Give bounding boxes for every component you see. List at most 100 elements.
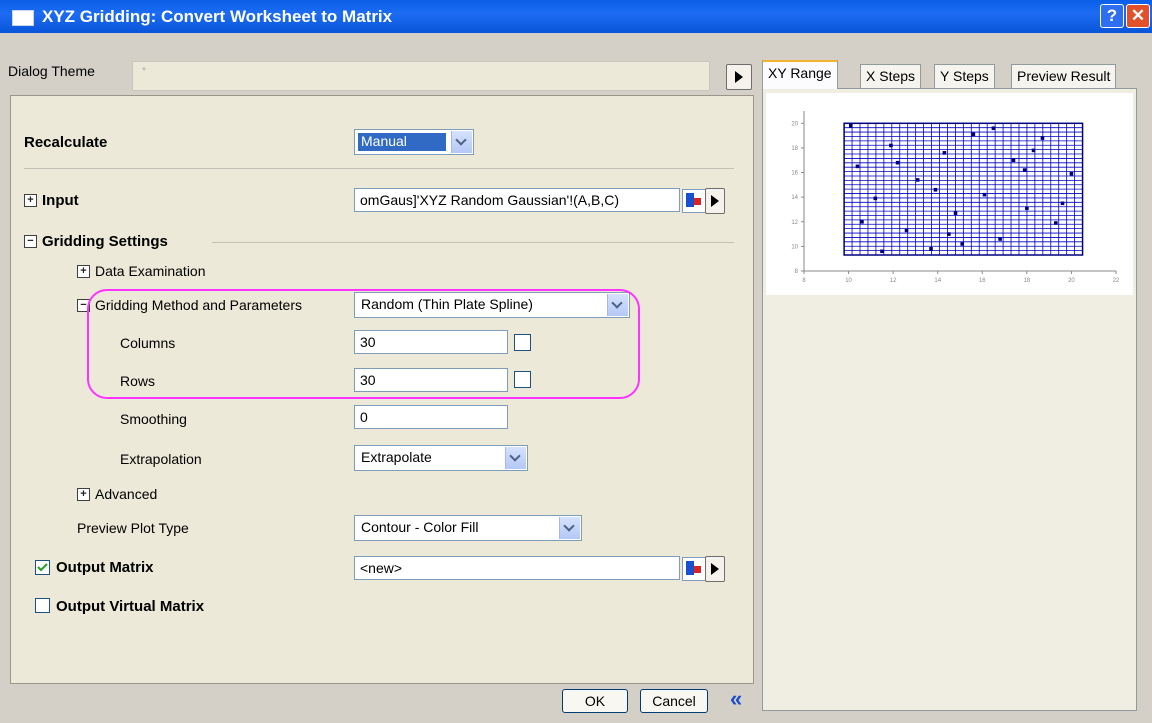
xy-range-chart: 8 10 12 14 16 18 20 22 8 10 12 14 16 18 20 — [791, 111, 1120, 284]
chart-axes — [803, 111, 1116, 272]
dialog-theme-field[interactable] — [132, 61, 710, 91]
recalculate-label: Recalculate — [24, 134, 108, 151]
dialog-theme-label: Dialog Theme — [8, 63, 95, 79]
highlight-outline — [87, 289, 640, 399]
window-title: XYZ Gridding: Convert Worksheet to Matri… — [42, 7, 393, 26]
y-tick-label: 18 — [791, 146, 798, 152]
x-tick-label: 8 — [802, 278, 806, 284]
input-label: Input — [42, 192, 79, 209]
data-point — [933, 187, 938, 192]
extrapolation-value: Extrapolate — [361, 449, 432, 465]
data-point — [904, 228, 909, 233]
ok-button[interactable]: OK — [562, 689, 628, 713]
gridding-collapse-icon[interactable]: − — [24, 235, 37, 248]
chevron-down-icon[interactable] — [559, 517, 580, 539]
preview-plot-type-label: Preview Plot Type — [77, 520, 189, 536]
data-point — [1054, 221, 1058, 225]
preview-plot-type-value: Contour - Color Fill — [361, 519, 479, 535]
collapse-panel-icon[interactable]: « — [730, 686, 742, 712]
checkmark-icon — [37, 563, 48, 572]
data-point — [982, 192, 987, 197]
extrapolation-label: Extrapolation — [120, 451, 202, 467]
dialog-theme-value: * — [142, 66, 146, 77]
y-tick-label: 12 — [791, 220, 798, 226]
data-point — [942, 151, 947, 155]
chevron-down-icon[interactable] — [451, 131, 472, 153]
output-matrix-field[interactable]: <new> — [354, 556, 680, 580]
y-tick-label: 14 — [791, 195, 798, 201]
divider — [24, 168, 734, 169]
chart-gridlines — [843, 122, 1083, 256]
y-tick-label: 10 — [791, 244, 798, 250]
window-icon — [12, 10, 34, 26]
arrow-right-icon — [711, 195, 719, 207]
input-range-field[interactable]: omGaus]'XYZ Random Gaussian'!(A,B,C) — [354, 188, 680, 212]
recalculate-select[interactable]: Manual — [354, 129, 474, 155]
data-point — [889, 143, 893, 148]
tab-xy-range[interactable]: XY Range — [762, 60, 838, 89]
data-point — [1011, 158, 1016, 163]
advanced-label: Advanced — [95, 486, 158, 502]
data-point — [915, 178, 920, 182]
data-point — [947, 232, 951, 236]
range-picker-icon[interactable] — [682, 557, 706, 581]
output-matrix-label: Output Matrix — [56, 559, 154, 576]
data-point — [971, 132, 976, 137]
recalculate-value: Manual — [361, 133, 407, 149]
tab-y-steps[interactable]: Y Steps — [934, 64, 995, 88]
data-point — [1031, 148, 1036, 153]
data-point — [855, 164, 860, 169]
gridding-settings-label: Gridding Settings — [42, 233, 168, 250]
data-point — [895, 160, 900, 165]
theme-menu-button[interactable] — [726, 64, 752, 90]
x-tick-label: 20 — [1068, 278, 1075, 284]
x-tick-label: 10 — [845, 278, 852, 284]
smoothing-field[interactable]: 0 — [354, 405, 508, 429]
data-point — [1025, 206, 1029, 211]
input-menu-button[interactable] — [705, 188, 725, 214]
y-tick-label: 20 — [791, 121, 798, 127]
data-point — [873, 196, 878, 201]
data-examination-expand-icon[interactable]: + — [77, 265, 90, 278]
output-virtual-matrix-label: Output Virtual Matrix — [56, 598, 205, 615]
preview-plot-type-select[interactable]: Contour - Color Fill — [354, 515, 582, 541]
y-tick-label: 8 — [795, 269, 799, 275]
data-point — [1069, 171, 1074, 176]
divider — [212, 242, 734, 243]
extrapolation-select[interactable]: Extrapolate — [354, 445, 528, 471]
data-point — [960, 242, 965, 246]
arrow-right-icon — [735, 71, 743, 83]
input-expand-icon[interactable]: + — [24, 194, 37, 207]
x-tick-label: 16 — [979, 278, 986, 284]
data-point — [849, 123, 853, 128]
x-tick-label: 22 — [1113, 278, 1120, 284]
data-point — [998, 237, 1002, 241]
smoothing-label: Smoothing — [120, 411, 187, 427]
data-examination-label: Data Examination — [95, 263, 206, 279]
chart-points — [849, 123, 1074, 254]
help-button[interactable]: ? — [1100, 4, 1124, 28]
output-virtual-matrix-checkbox[interactable] — [35, 598, 50, 613]
output-matrix-checkbox[interactable] — [35, 560, 50, 575]
data-point — [1022, 168, 1027, 172]
close-button[interactable]: ✕ — [1126, 4, 1150, 28]
output-matrix-menu-button[interactable] — [705, 556, 725, 582]
data-point — [860, 219, 864, 224]
x-tick-label: 12 — [890, 278, 897, 284]
data-point — [880, 249, 884, 254]
advanced-expand-icon[interactable]: + — [77, 488, 90, 501]
data-point — [1060, 201, 1065, 206]
data-point — [1040, 136, 1045, 140]
tab-x-steps[interactable]: X Steps — [860, 64, 922, 88]
data-point — [991, 126, 996, 131]
range-picker-icon[interactable] — [682, 189, 706, 213]
tab-preview-result[interactable]: Preview Result — [1011, 64, 1117, 88]
data-point — [953, 211, 958, 215]
cancel-button[interactable]: Cancel — [640, 689, 708, 713]
x-tick-label: 14 — [934, 278, 941, 284]
arrow-right-icon — [711, 563, 719, 575]
data-point — [929, 247, 933, 251]
chevron-down-icon[interactable] — [505, 447, 526, 469]
x-tick-label: 18 — [1024, 278, 1031, 284]
y-tick-label: 16 — [791, 171, 798, 177]
